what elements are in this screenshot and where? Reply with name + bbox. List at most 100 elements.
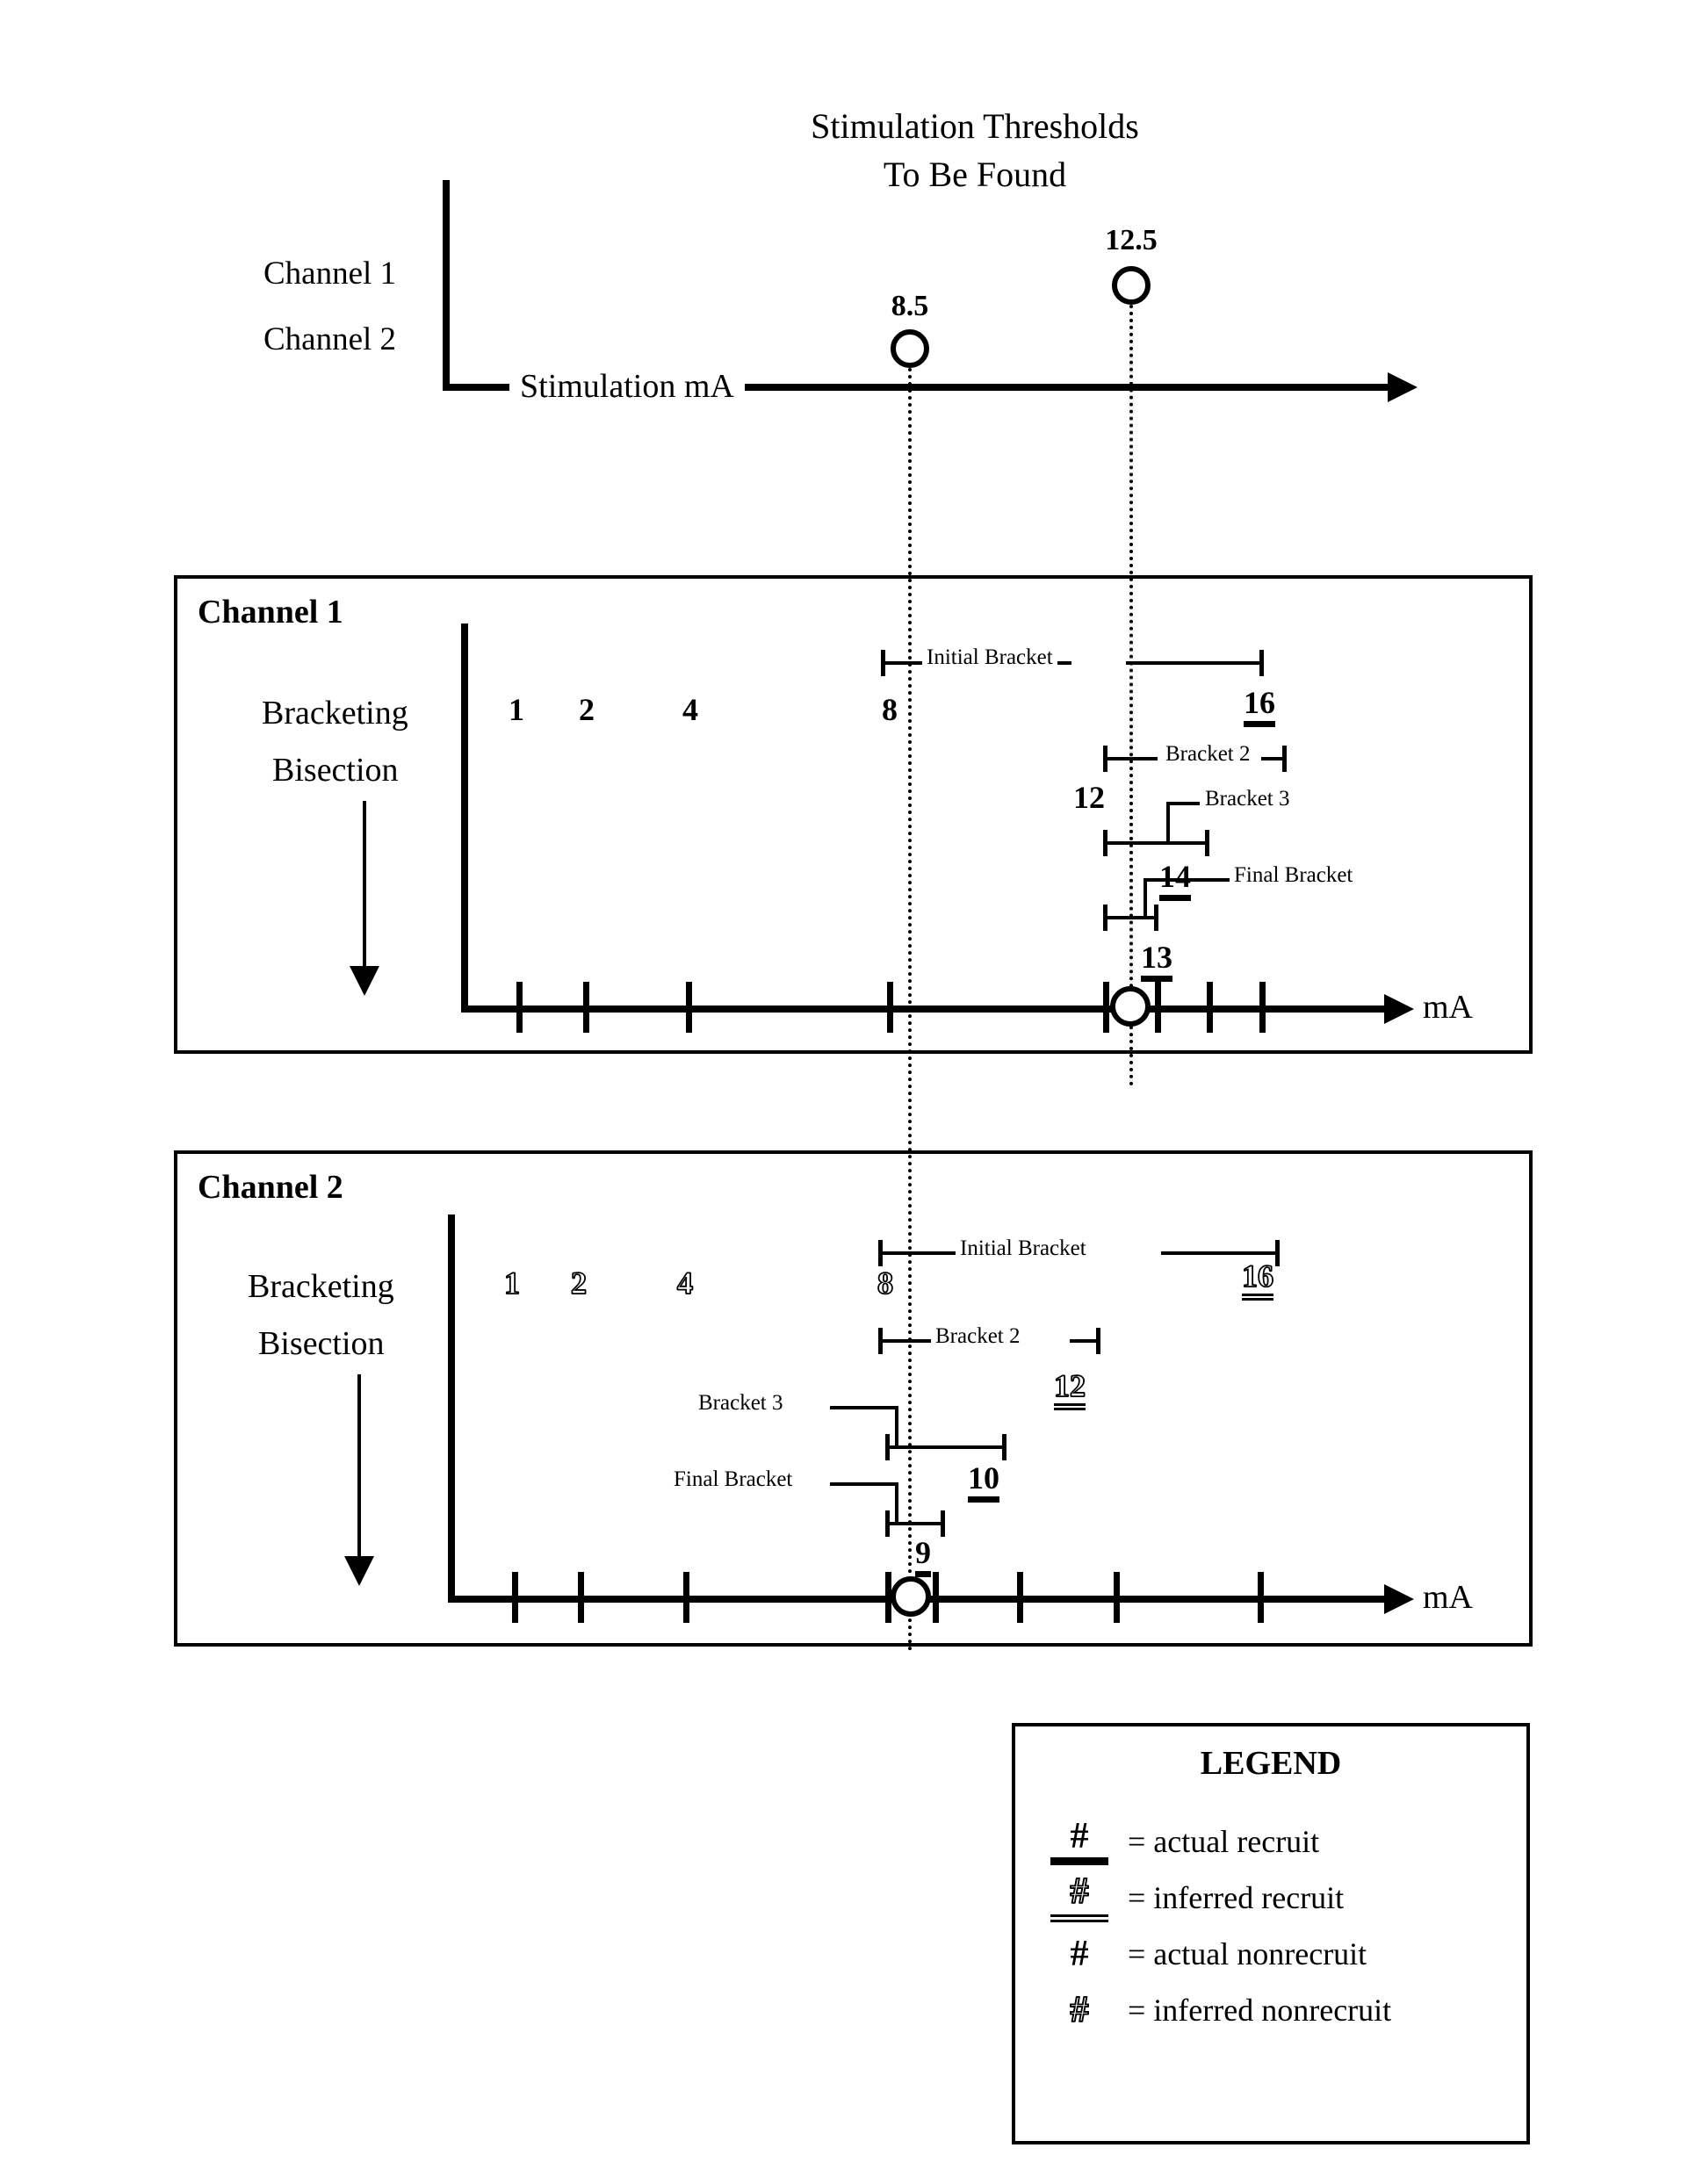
legend-row-actual-recruit: # = actual recruit bbox=[1050, 1818, 1491, 1865]
channel2-side-label-bracketing: Bracketing bbox=[248, 1268, 394, 1305]
diagram-title-line2: To Be Found bbox=[883, 155, 1067, 194]
channel2-bracket3-line bbox=[887, 1445, 1006, 1449]
channel1-value-1: 1 bbox=[509, 692, 524, 727]
channel1-bracket-initial-label: Initial Bracket bbox=[922, 645, 1057, 670]
channel2-side-label-bisection: Bisection bbox=[258, 1325, 385, 1362]
diagram-title-line1: Stimulation Thresholds bbox=[811, 106, 1139, 146]
header-threshold-ch2-value: 8.5 bbox=[891, 290, 929, 322]
channel1-bracket3-line bbox=[1105, 841, 1208, 845]
actual-recruit-icon: # bbox=[1050, 1818, 1108, 1865]
legend-row-actual-nonrecruit: # = actual nonrecruit bbox=[1050, 1930, 1491, 1978]
channel1-axis-unit: mA bbox=[1423, 989, 1473, 1026]
channel2-value-4: 4 bbox=[676, 1265, 694, 1301]
channel1-bracket2-label: Bracket 2 bbox=[1161, 742, 1255, 767]
channel2-bracket2-cap-left bbox=[878, 1328, 883, 1354]
actual-nonrecruit-icon: # bbox=[1070, 1934, 1089, 1974]
channel1-tick bbox=[887, 982, 893, 1033]
channel1-value-16: 16 bbox=[1244, 687, 1275, 727]
channel2-bracket3-leader-vertical bbox=[895, 1408, 898, 1447]
header-channel1-label: Channel 1 bbox=[263, 256, 397, 292]
channel2-bracket3-leader-horizontal bbox=[830, 1406, 898, 1409]
legend-row-inferred-nonrecruit: # = inferred nonrecruit bbox=[1050, 1986, 1491, 2034]
channel1-final-bracket-leader-horizontal bbox=[1144, 878, 1233, 882]
channel2-flow-arrow-shaft bbox=[357, 1374, 361, 1563]
header-axis-label: Stimulation mA bbox=[509, 367, 745, 406]
channel1-tick bbox=[1259, 982, 1266, 1033]
channel2-tick bbox=[933, 1572, 939, 1623]
channel2-panel bbox=[174, 1150, 1533, 1647]
channel2-flow-arrow-head bbox=[344, 1556, 374, 1586]
channel1-side-label-bracketing: Bracketing bbox=[262, 695, 408, 732]
channel1-flow-arrow-head bbox=[350, 966, 379, 996]
channel2-y-axis bbox=[448, 1215, 455, 1603]
channel1-bracket-initial-cap-left bbox=[881, 650, 885, 676]
channel1-tick bbox=[1103, 982, 1109, 1033]
channel1-tick bbox=[1155, 982, 1161, 1033]
channel2-bracket2-label: Bracket 2 bbox=[931, 1324, 1025, 1349]
header-y-axis bbox=[443, 180, 450, 391]
channel2-final-bracket-leader-vertical bbox=[895, 1484, 898, 1524]
channel2-axis-unit: mA bbox=[1423, 1579, 1473, 1616]
legend-label-inferred-recruit: = inferred recruit bbox=[1128, 1880, 1345, 1915]
channel1-value-2: 2 bbox=[579, 692, 595, 727]
channel2-value-9: 9 bbox=[915, 1537, 931, 1577]
channel2-final-bracket-label: Final Bracket bbox=[669, 1467, 797, 1492]
inferred-recruit-icon: # bbox=[1050, 1872, 1108, 1922]
channel1-x-axis-arrow bbox=[1384, 994, 1414, 1024]
channel1-final-bracket-leader-vertical bbox=[1144, 880, 1147, 919]
header-threshold-ch2-marker bbox=[891, 329, 929, 368]
channel1-value-13: 13 bbox=[1141, 941, 1172, 982]
header-threshold-ch1-marker bbox=[1112, 266, 1151, 305]
channel2-value-12: 12 bbox=[1053, 1369, 1086, 1410]
channel2-tick bbox=[683, 1572, 689, 1623]
channel1-final-bracket-cap-left bbox=[1103, 905, 1107, 931]
channel1-flow-arrow-shaft bbox=[363, 801, 366, 972]
top-threshold-diagram: Stimulation Thresholds To Be Found Chann… bbox=[0, 0, 1681, 439]
channel1-bracket3-cap-left bbox=[1103, 830, 1107, 856]
channel2-bracket2-line-right bbox=[1070, 1339, 1098, 1343]
channel2-tick bbox=[578, 1572, 584, 1623]
header-threshold-ch1-value: 12.5 bbox=[1105, 224, 1158, 256]
header-x-axis-arrow bbox=[1388, 372, 1418, 402]
channel1-bracket2-cap-left bbox=[1103, 746, 1107, 772]
channel2-x-axis-arrow bbox=[1384, 1584, 1414, 1614]
channel2-value-2: 2 bbox=[570, 1265, 588, 1301]
channel2-tick bbox=[1258, 1572, 1264, 1623]
channel1-bracket3-leader-vertical bbox=[1166, 804, 1170, 843]
channel1-final-bracket-label: Final Bracket bbox=[1230, 863, 1358, 888]
channel2-value-10: 10 bbox=[968, 1462, 999, 1503]
channel2-final-bracket-cap-right bbox=[941, 1510, 945, 1537]
channel1-x-axis bbox=[461, 1006, 1388, 1013]
channel2-tick bbox=[1017, 1572, 1023, 1623]
channel1-tick bbox=[583, 982, 589, 1033]
channel1-final-bracket-cap-right bbox=[1154, 905, 1158, 931]
channel1-side-label-bisection: Bisection bbox=[272, 752, 399, 789]
channel2-tick bbox=[1114, 1572, 1120, 1623]
channel1-final-bracket-line bbox=[1105, 916, 1158, 919]
header-channel2-label: Channel 2 bbox=[263, 321, 397, 357]
channel1-y-axis bbox=[461, 623, 468, 1013]
channel2-value-16: 16 bbox=[1241, 1259, 1274, 1301]
legend-label-inferred-nonrecruit: = inferred nonrecruit bbox=[1128, 1993, 1392, 2028]
channel2-bracket3-cap-left bbox=[885, 1434, 890, 1460]
channel1-panel-title: Channel 1 bbox=[198, 594, 343, 631]
channel1-bracket3-label: Bracket 3 bbox=[1201, 787, 1295, 811]
channel2-final-bracket-leader-horizontal bbox=[830, 1482, 898, 1486]
legend-box: LEGEND # = actual recruit # = inferred r… bbox=[1012, 1723, 1530, 2144]
channel1-bracket2-line-right bbox=[1261, 757, 1284, 760]
channel2-bracket2-line bbox=[880, 1339, 933, 1343]
channel2-bracket-initial-line-right bbox=[1161, 1251, 1278, 1255]
legend-label-actual-nonrecruit: = actual nonrecruit bbox=[1128, 1936, 1367, 1971]
channel1-value-4: 4 bbox=[682, 692, 698, 727]
channel2-bracket-initial-label: Initial Bracket bbox=[956, 1236, 1091, 1261]
channel1-tick bbox=[1207, 982, 1213, 1033]
channel2-value-1: 1 bbox=[503, 1265, 521, 1301]
channel2-value-8: 8 bbox=[877, 1265, 894, 1301]
channel2-bracket3-label: Bracket 3 bbox=[694, 1391, 788, 1416]
channel2-panel-title: Channel 2 bbox=[198, 1169, 343, 1206]
channel1-value-8: 8 bbox=[882, 692, 898, 727]
inferred-nonrecruit-icon: # bbox=[1070, 1990, 1090, 2030]
channel1-bracket3-cap-right bbox=[1205, 830, 1209, 856]
channel1-result-marker bbox=[1110, 986, 1151, 1027]
channel2-final-bracket-cap-left bbox=[885, 1510, 890, 1537]
